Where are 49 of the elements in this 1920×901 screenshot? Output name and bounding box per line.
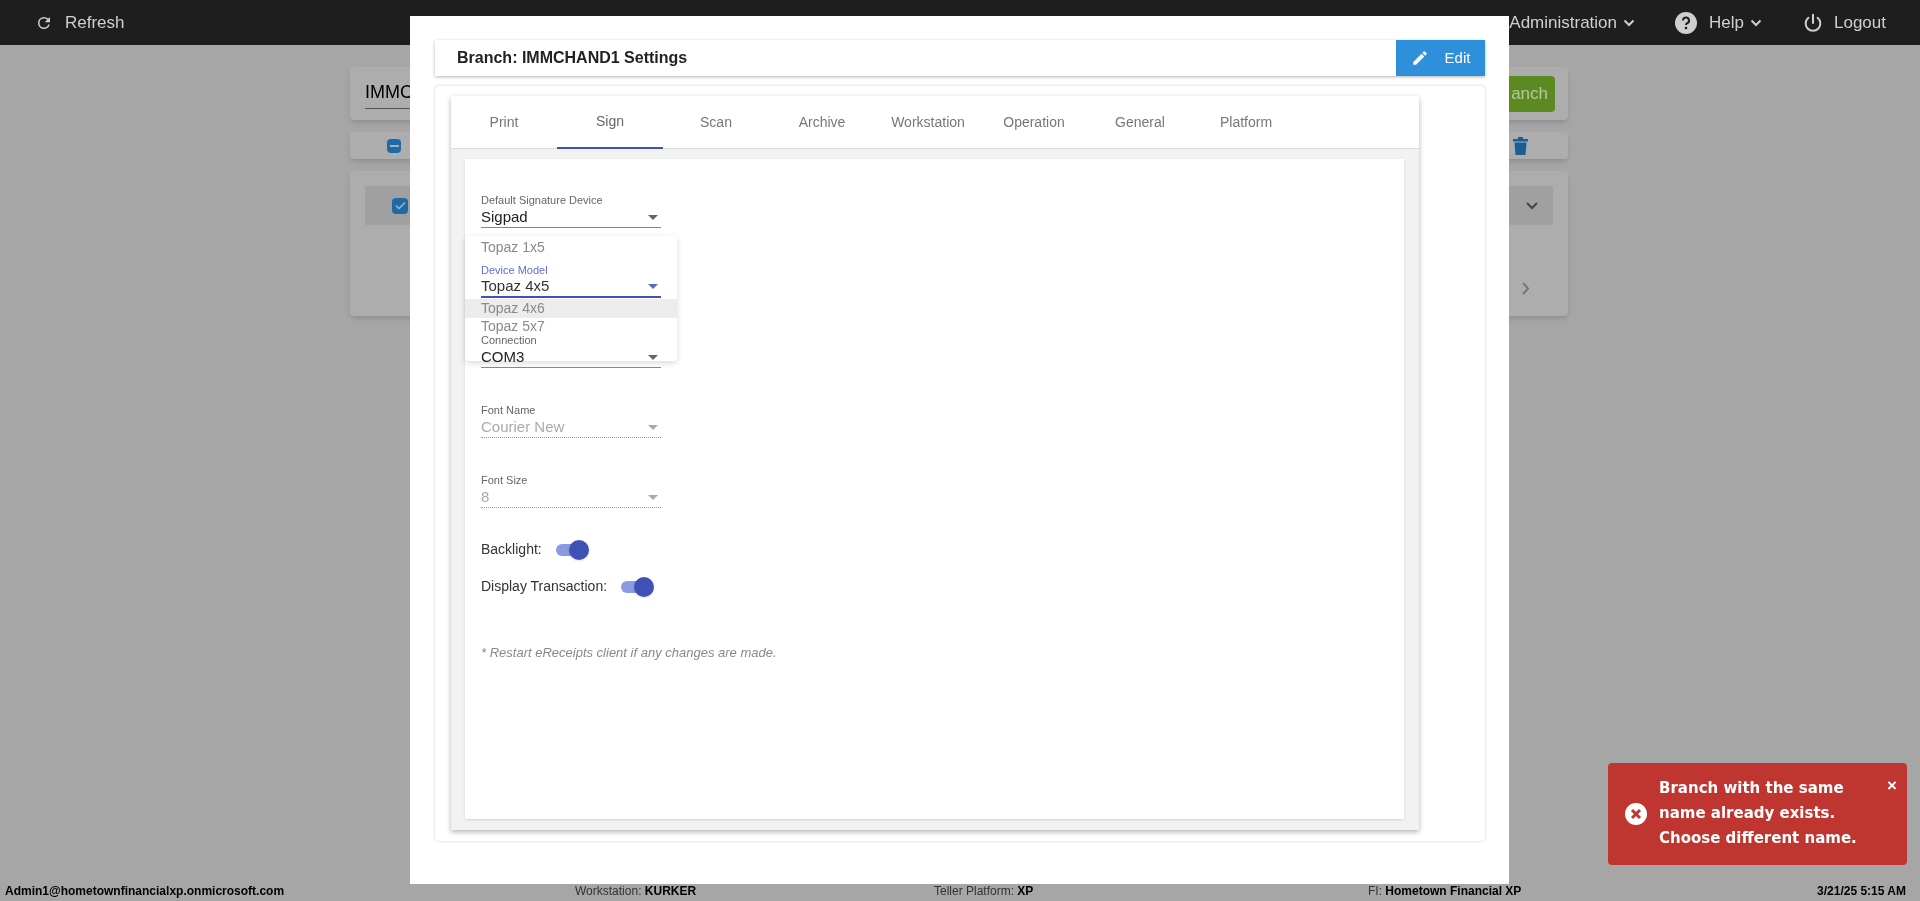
settings-tab[interactable]: Archive [769,96,875,149]
settings-tab[interactable]: General [1087,96,1193,149]
status-item: FI: Hometown Financial XP [1368,883,1522,900]
chevron-down-icon [1623,18,1636,27]
field-label: Default Signature Device [481,193,604,207]
refresh-link[interactable]: Refresh [35,9,125,36]
logout-link[interactable]: Logout [1802,9,1886,36]
nav-menu[interactable]: Help [1675,9,1762,36]
help-icon [1675,11,1698,34]
error-icon [1625,803,1647,825]
power-icon [1802,11,1824,34]
menu-option[interactable]: Topaz 5x7 [465,319,677,334]
settings-tab[interactable]: Sign [557,96,663,149]
settings-tab[interactable]: Print [451,96,557,149]
chevron-down-icon[interactable] [1525,200,1539,211]
status-item: Admin1@hometownfinancialxp.onmicrosoft.com [5,883,285,900]
settings-tab[interactable]: Scan [663,96,769,149]
nav-menu[interactable]: Administration [1509,9,1636,36]
toggle-label: Backlight: [481,540,542,559]
toggle-label: Display Transaction: [481,577,608,596]
dropdown-arrow-icon [648,424,658,430]
field-label: Device Model [481,263,549,277]
row-checkbox[interactable] [392,197,408,214]
bulk-checkbox[interactable] [387,138,401,153]
edit-button[interactable]: Edit [1396,40,1485,76]
dropdown-arrow-icon [648,354,658,360]
chevron-down-icon [1750,18,1762,27]
menu-option[interactable]: Topaz 1x5 [465,239,677,256]
dialog-title: Branch: IMMCHAND1 Settings [457,48,688,68]
menu-option[interactable]: Topaz 4x6 [465,299,677,318]
close-button[interactable]: × [1887,776,1897,796]
trash-icon[interactable] [1513,136,1528,155]
settings-tab[interactable]: Operation [981,96,1087,149]
settings-tab[interactable]: Workstation [875,96,981,149]
select-field[interactable]: Sigpad [481,207,661,228]
status-item: Teller Platform: XP [934,883,1034,900]
toast-message: Branch with the same name already exists. Choose different name. [1659,778,1858,849]
dropdown-arrow-icon [648,494,658,500]
restart-note: * Restart eReceipts client if any changes are made. [481,644,778,662]
settings-tab[interactable]: Platform [1193,96,1299,149]
pencil-icon [1410,49,1429,67]
dropdown-arrow-icon [648,214,658,220]
status-item: 3/21/25 5:15 AM [1817,883,1906,900]
field-label: Font Size [481,473,529,487]
field-label: Font Name [481,403,537,417]
chevron-right-icon[interactable] [1521,281,1531,296]
status-item: Workstation: KURKER [575,883,697,900]
field-label: Connection [481,334,538,347]
dropdown-arrow-icon [648,284,658,289]
